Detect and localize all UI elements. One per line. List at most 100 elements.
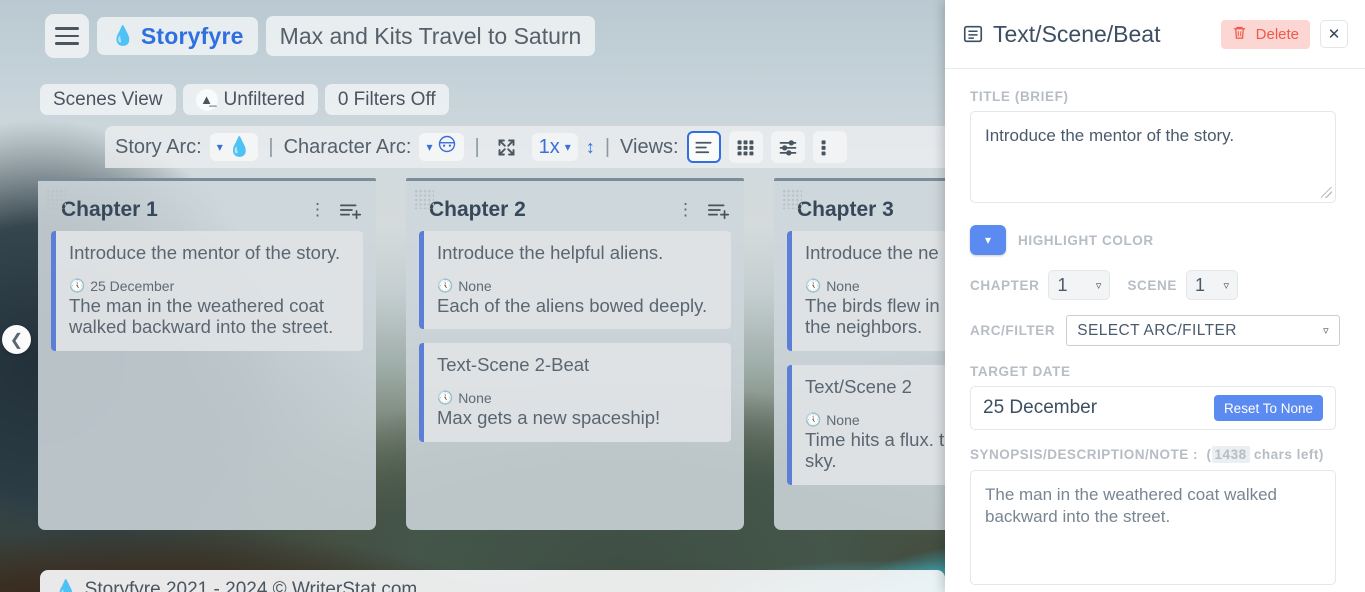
card-date: 🕔 None bbox=[437, 390, 718, 406]
sliders-icon[interactable] bbox=[771, 131, 805, 163]
close-icon[interactable]: ✕ bbox=[1320, 20, 1348, 48]
scenes-view-label: Scenes View bbox=[53, 89, 163, 111]
chapter-scene-row: CHAPTER 1 ▿ SCENE 1 ▿ bbox=[970, 270, 1340, 300]
clock-icon: 🕔 bbox=[805, 278, 821, 294]
up-down-arrow-icon[interactable]: ↕ bbox=[586, 137, 595, 158]
add-card-icon[interactable] bbox=[339, 200, 363, 220]
scenes-view-button[interactable]: Scenes View bbox=[40, 84, 176, 115]
card-body: Each of the aliens bowed deeply. bbox=[437, 295, 718, 317]
add-card-icon[interactable] bbox=[707, 200, 731, 220]
scene-card[interactable]: Introduce the mentor of the story. 🕔 25 … bbox=[51, 231, 363, 351]
flame-icon: 💧 bbox=[228, 138, 252, 157]
character-arc-selector[interactable]: ▾ bbox=[419, 133, 464, 161]
target-date-field[interactable]: 25 December Reset To None bbox=[970, 386, 1336, 430]
card-title: Text-Scene 2-Beat bbox=[437, 354, 718, 376]
scene-card[interactable]: Introduce the helpful aliens. 🕔 None Eac… bbox=[419, 231, 731, 329]
footer: 💧 Storyfyre 2021 - 2024 © WriterStat.com bbox=[40, 570, 945, 592]
list-view-icon[interactable] bbox=[687, 131, 721, 163]
title-field-label: TITLE (brief) bbox=[970, 89, 1340, 104]
trash-icon bbox=[1232, 24, 1247, 45]
arc-and-views-toolbar: Story Arc: ▾ 💧 | Character Arc: ▾ | 1x bbox=[105, 126, 945, 168]
panel-title-label: Text/Scene/Beat bbox=[993, 21, 1161, 48]
story-arc-selector[interactable]: ▾ 💧 bbox=[210, 133, 259, 161]
top-bar-row-filters: Scenes View ▲̲ Unfiltered 0 Filters Off bbox=[40, 84, 449, 115]
flame-icon: 💧 bbox=[54, 581, 78, 592]
arc-filter-label: ARC/FILTER bbox=[970, 323, 1055, 338]
views-label: Views: bbox=[620, 136, 679, 159]
top-bar: 💧 Storyfyre Max and Kits Travel to Satur… bbox=[0, 0, 945, 168]
scene-select[interactable]: 1 ▿ bbox=[1186, 270, 1238, 300]
card-date-label: None bbox=[458, 278, 491, 294]
character-arc-label: Character Arc: bbox=[284, 136, 412, 159]
arc-filter-select[interactable]: SELECT ARC/FILTER ▿ bbox=[1066, 315, 1340, 346]
scene-value: 1 bbox=[1195, 275, 1205, 296]
highlight-color-label: HIGHLIGHT COLOR bbox=[1018, 233, 1154, 248]
synopsis-input[interactable] bbox=[970, 470, 1336, 585]
expand-arrows-icon[interactable] bbox=[490, 131, 524, 163]
synopsis-label-suffix: chars left) bbox=[1254, 447, 1324, 462]
scene-label: SCENE bbox=[1127, 278, 1177, 293]
chapter-value: 1 bbox=[1057, 275, 1067, 296]
detail-panel: Text/Scene/Beat Delete ✕ TITLE (brief) ▾… bbox=[945, 0, 1365, 592]
filters-off-button[interactable]: 0 Filters Off bbox=[325, 84, 449, 115]
chapter-label: CHAPTER bbox=[970, 278, 1039, 293]
drag-grip-icon[interactable] bbox=[46, 189, 66, 209]
column-header: Chapter 1 ⋮ bbox=[51, 181, 363, 231]
board-column[interactable]: Chapter 1 ⋮ Introduce the mentor of the … bbox=[38, 178, 376, 530]
synopsis-chars-left: 1438 bbox=[1212, 446, 1250, 463]
card-body: The man in the weathered coat walked bac… bbox=[69, 295, 350, 338]
chevron-down-icon: ▿ bbox=[1223, 279, 1229, 292]
chevron-down-icon: ▾ bbox=[217, 140, 223, 154]
drag-grip-icon[interactable] bbox=[782, 189, 802, 209]
synopsis-label-prefix: SYNOPSIS/DESCRIPTION/NOTE : bbox=[970, 447, 1198, 462]
panel-header: Text/Scene/Beat Delete ✕ bbox=[945, 0, 1365, 69]
document-icon bbox=[962, 23, 984, 45]
arc-filter-value: SELECT ARC/FILTER bbox=[1077, 322, 1237, 340]
clock-icon: 🕔 bbox=[805, 412, 821, 428]
filters-off-label: 0 Filters Off bbox=[338, 89, 436, 111]
column-header: Chapter 2 ⋮ bbox=[419, 181, 731, 231]
card-date: 🕔 None bbox=[437, 278, 718, 294]
synopsis-chars-paren: ( bbox=[1202, 447, 1211, 462]
scene-card[interactable]: Text-Scene 2-Beat 🕔 None Max gets a new … bbox=[419, 343, 731, 441]
drag-grip-icon[interactable] bbox=[414, 189, 434, 209]
card-title: Introduce the helpful aliens. bbox=[437, 242, 718, 264]
story-title-label: Max and Kits Travel to Saturn bbox=[280, 23, 582, 50]
divider: | bbox=[266, 136, 275, 159]
hamburger-icon[interactable] bbox=[45, 14, 89, 58]
delete-button[interactable]: Delete bbox=[1221, 20, 1310, 49]
column-title: Chapter 1 bbox=[51, 198, 309, 222]
reset-to-none-button[interactable]: Reset To None bbox=[1214, 395, 1323, 421]
more-view-icon[interactable] bbox=[813, 131, 847, 163]
footer-text: Storyfyre 2021 - 2024 © WriterStat.com bbox=[85, 579, 418, 592]
card-date-label: 25 December bbox=[90, 278, 174, 294]
arc-filter-row: ARC/FILTER SELECT ARC/FILTER ▿ bbox=[970, 315, 1340, 346]
clock-icon: 🕔 bbox=[437, 390, 453, 406]
top-bar-row-primary: 💧 Storyfyre Max and Kits Travel to Satur… bbox=[45, 14, 595, 58]
brand-logo[interactable]: 💧 Storyfyre bbox=[97, 17, 258, 55]
card-date: 🕔 25 December bbox=[69, 278, 350, 294]
clock-icon: 🕔 bbox=[69, 278, 85, 294]
title-input[interactable] bbox=[970, 111, 1336, 203]
chevron-down-icon: ▿ bbox=[1096, 279, 1102, 292]
column-menu-icon[interactable]: ⋮ bbox=[677, 205, 693, 214]
chevron-down-icon: ▾ bbox=[565, 140, 571, 154]
zoom-level-selector[interactable]: 1x ▾ bbox=[532, 133, 578, 161]
flame-icon: 💧 bbox=[111, 27, 135, 46]
column-menu-icon[interactable]: ⋮ bbox=[309, 205, 325, 214]
card-date-label: None bbox=[826, 278, 859, 294]
highlight-color-swatch[interactable]: ▾ bbox=[970, 225, 1006, 255]
card-body: Max gets a new spaceship! bbox=[437, 407, 718, 429]
masked-face-icon bbox=[437, 134, 457, 160]
panel-title: Text/Scene/Beat bbox=[962, 21, 1211, 48]
grid-view-icon[interactable] bbox=[729, 131, 763, 163]
board-column[interactable]: Chapter 2 ⋮ Introduce the helpful aliens… bbox=[406, 178, 744, 530]
panel-body: TITLE (brief) ▾ HIGHLIGHT COLOR CHAPTER … bbox=[945, 69, 1365, 590]
target-date-value: 25 December bbox=[983, 397, 1204, 419]
delete-label: Delete bbox=[1256, 26, 1299, 43]
chapter-select[interactable]: 1 ▿ bbox=[1048, 270, 1110, 300]
story-title[interactable]: Max and Kits Travel to Saturn bbox=[266, 16, 596, 56]
unfiltered-button[interactable]: ▲̲ Unfiltered bbox=[183, 84, 318, 115]
highlight-color-row: ▾ HIGHLIGHT COLOR bbox=[970, 225, 1340, 255]
chevron-left-icon[interactable]: ❮ bbox=[2, 325, 31, 354]
